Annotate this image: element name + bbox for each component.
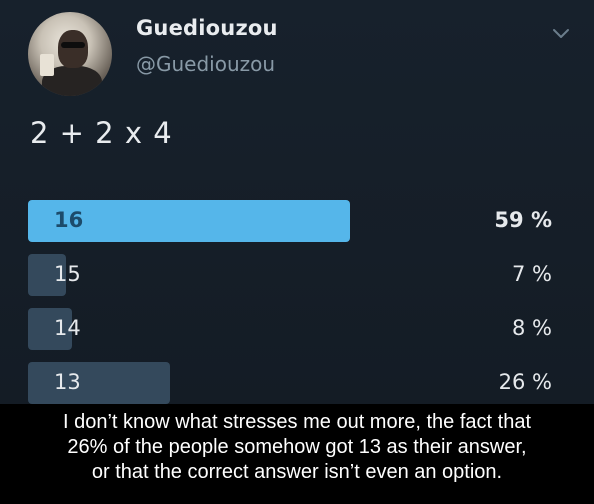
poll-option-percent: 7 % [512,262,552,286]
chevron-down-icon[interactable] [552,28,570,40]
poll-option-percent: 26 % [498,370,552,394]
poll: 16 59 % 15 7 % 14 8 % 13 26 % [28,198,558,414]
poll-option-14[interactable]: 14 8 % [28,306,558,352]
user-handle[interactable]: @Guediouzou [136,52,275,76]
avatar-sunglasses-shape [61,42,85,48]
poll-option-label: 16 [54,208,84,232]
meme-caption: I don’t know what stresses me out more, … [0,404,594,504]
poll-option-label: 15 [54,262,81,286]
poll-option-label: 13 [54,370,81,394]
avatar[interactable] [28,12,112,96]
tweet-card: Guediouzou @Guediouzou 2 + 2 x 4 16 59 %… [0,0,594,404]
poll-option-label: 14 [54,316,81,340]
poll-option-13[interactable]: 13 26 % [28,360,558,406]
poll-option-16[interactable]: 16 59 % [28,198,558,244]
poll-option-percent: 59 % [494,208,552,232]
display-name[interactable]: Guediouzou [136,16,278,40]
caption-line: 26% of the people somehow got 13 as thei… [67,436,527,458]
poll-option-15[interactable]: 15 7 % [28,252,558,298]
tweet-text: 2 + 2 x 4 [30,116,173,150]
poll-option-percent: 8 % [512,316,552,340]
caption-line: or that the correct answer isn’t even an… [91,461,503,483]
caption-line: I don’t know what stresses me out more, … [63,411,531,433]
avatar-face-shape [58,30,88,68]
poll-bar [28,362,170,404]
avatar-cup-shape [40,54,54,76]
